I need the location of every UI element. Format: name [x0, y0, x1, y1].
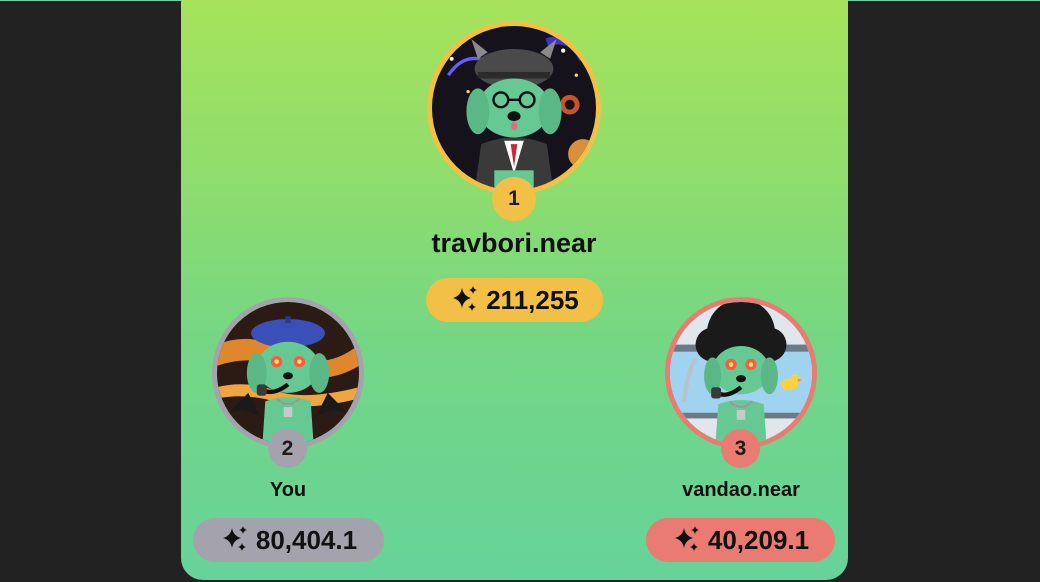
second-place-rank-badge: 2	[268, 429, 307, 468]
second-place-score-value: 80,404.1	[255, 524, 358, 555]
second-place-avatar-art	[217, 302, 359, 444]
third-place-score-value: 40,209.1	[707, 524, 810, 555]
second-place-name[interactable]: You	[228, 476, 348, 504]
third-place-name[interactable]: vandao.near	[641, 476, 841, 504]
third-place-avatar-art	[670, 302, 812, 444]
leaderboard-screen: 1 travbori.near 211,255 2 You 80,404.1 3…	[0, 0, 1040, 582]
first-place-avatar[interactable]	[427, 21, 601, 195]
first-place-score-value: 211,255	[486, 284, 579, 315]
second-place-score-pill: 80,404.1	[193, 518, 384, 562]
second-place-avatar[interactable]	[212, 297, 364, 449]
first-place-rank-badge: 1	[492, 177, 536, 221]
third-place-avatar[interactable]	[665, 297, 817, 449]
third-place-rank-badge: 3	[721, 429, 760, 468]
podium-panel: 1 travbori.near 211,255 2 You 80,404.1 3…	[181, 0, 848, 580]
sparkle-icon	[453, 286, 478, 311]
first-place-score-pill: 211,255	[426, 278, 603, 322]
first-place-name[interactable]: travbori.near	[394, 225, 634, 261]
sparkle-icon	[674, 526, 699, 551]
sparkle-icon	[222, 526, 247, 551]
first-place-avatar-art	[432, 26, 596, 190]
third-place-score-pill: 40,209.1	[646, 518, 835, 562]
